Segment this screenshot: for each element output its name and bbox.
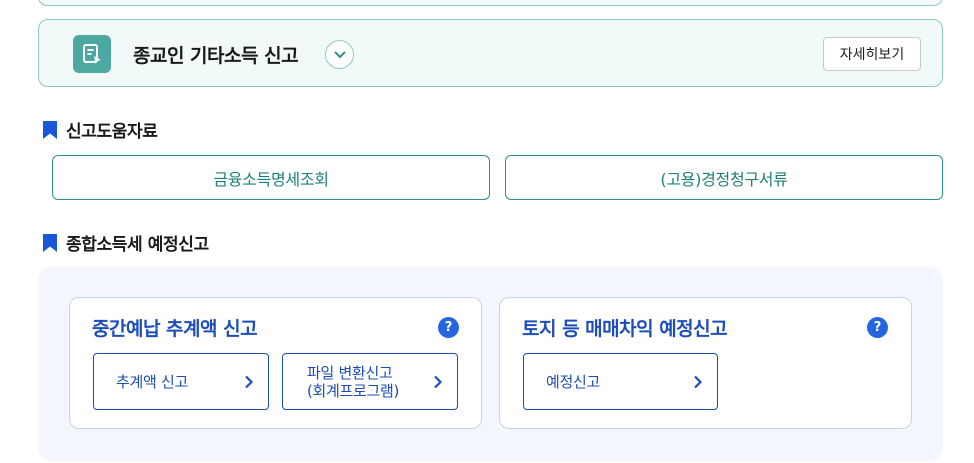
chevron-right-icon	[245, 375, 254, 388]
help-materials-heading-text: 신고도움자료	[66, 122, 158, 142]
expand-toggle-button[interactable]	[325, 40, 354, 69]
help-question-icon[interactable]: ?	[867, 317, 888, 338]
view-details-button[interactable]: 자세히보기	[823, 37, 921, 71]
comprehensive-prelim-heading-text: 종합소득세 예정신고	[66, 235, 209, 255]
chevron-right-icon	[434, 375, 443, 388]
bookmark-icon	[43, 233, 57, 252]
file-conversion-filing-button[interactable]: 파일 변환신고 (회계프로그램)	[282, 353, 458, 410]
bookmark-icon	[43, 120, 57, 139]
document-edit-icon	[73, 35, 111, 73]
file-conversion-line1: 파일 변환신고	[307, 363, 393, 382]
help-materials-heading: 신고도움자료	[42, 117, 158, 142]
file-conversion-filing-label: 파일 변환신고 (회계프로그램)	[307, 364, 399, 400]
interim-prepayment-title: 중간예납 추계액 신고	[92, 318, 258, 340]
help-question-icon[interactable]: ?	[438, 317, 459, 338]
religious-income-card: 종교인 기타소득 신고 자세히보기	[38, 19, 943, 87]
prelim-filing-panel: 중간예납 추계액 신고 ? 추계액 신고 파일 변환신고 (회계프로그램) 토지…	[38, 267, 943, 461]
chevron-down-icon	[333, 50, 346, 58]
prelim-filing-button[interactable]: 예정신고	[523, 353, 718, 410]
previous-card-edge	[38, 0, 943, 6]
prelim-filing-label: 예정신고	[546, 372, 601, 391]
estimated-amount-filing-label: 추계액 신고	[116, 372, 188, 391]
interim-prepayment-card: 중간예납 추계액 신고 ? 추계액 신고 파일 변환신고 (회계프로그램)	[69, 297, 482, 429]
land-sale-gain-card: 토지 등 매매차익 예정신고 ? 예정신고	[499, 297, 912, 429]
estimated-amount-filing-button[interactable]: 추계액 신고	[93, 353, 269, 410]
correction-claim-documents-button[interactable]: (고용)경정청구서류	[505, 155, 943, 200]
file-conversion-line2: (회계프로그램)	[307, 381, 400, 400]
comprehensive-prelim-heading: 종합소득세 예정신고	[42, 230, 209, 255]
financial-income-statement-button[interactable]: 금융소득명세조회	[52, 155, 490, 200]
land-sale-gain-title: 토지 등 매매차익 예정신고	[522, 318, 728, 340]
chevron-right-icon	[694, 375, 703, 388]
religious-income-title: 종교인 기타소득 신고	[133, 45, 299, 67]
